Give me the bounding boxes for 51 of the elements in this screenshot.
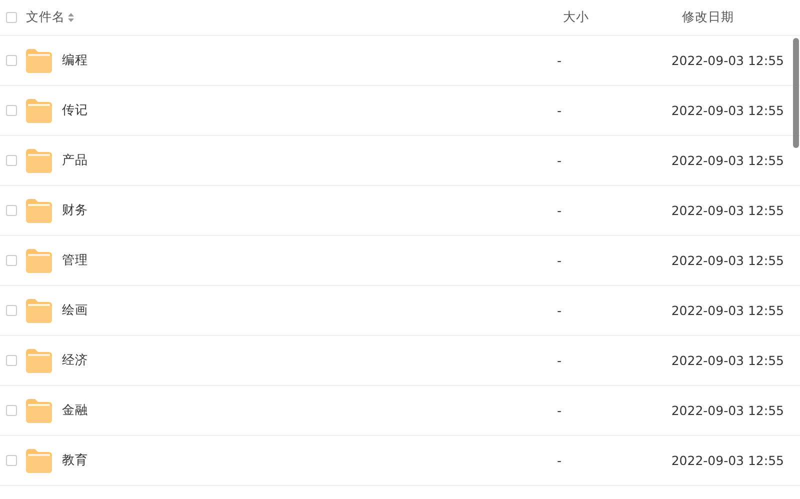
- folder-icon: [26, 448, 52, 472]
- checkbox[interactable]: [6, 55, 17, 66]
- folder-icon: [26, 348, 52, 372]
- folder-name[interactable]: 教育: [62, 452, 88, 469]
- size-cell: -: [557, 103, 562, 118]
- folder-name[interactable]: 管理: [62, 252, 88, 269]
- folder-icon: [26, 398, 52, 422]
- checkbox[interactable]: [6, 305, 17, 316]
- column-header[interactable]: 大小: [563, 9, 589, 24]
- size-cell: -: [557, 303, 562, 318]
- folder-name[interactable]: 绘画: [62, 302, 88, 319]
- date-cell: 2022-09-03 12:55: [671, 453, 784, 468]
- date-cell: 2022-09-03 12:55: [671, 53, 784, 68]
- folder-icon: [26, 148, 52, 172]
- folder-icon: [26, 98, 52, 122]
- size-cell: -: [557, 253, 562, 268]
- date-cell: 2022-09-03 12:55: [671, 353, 784, 368]
- checkbox[interactable]: [6, 455, 17, 466]
- size-cell: -: [557, 53, 562, 68]
- column-header[interactable]: 文件名: [26, 9, 74, 26]
- folder-icon: [26, 298, 52, 322]
- checkbox[interactable]: [6, 105, 17, 116]
- date-cell: 2022-09-03 12:55: [671, 303, 784, 318]
- folder-name[interactable]: 金融: [62, 402, 88, 419]
- size-cell: -: [557, 403, 562, 418]
- checkbox[interactable]: [6, 205, 17, 216]
- date-cell: 2022-09-03 12:55: [671, 153, 784, 168]
- folder-icon: [26, 48, 52, 72]
- date-cell: 2022-09-03 12:55: [671, 203, 784, 218]
- folder-name[interactable]: 产品: [62, 152, 88, 169]
- checkbox[interactable]: [6, 12, 17, 23]
- scrollbar[interactable]: [793, 38, 799, 148]
- sort-icon[interactable]: [68, 13, 74, 22]
- column-header[interactable]: 修改日期: [682, 9, 734, 24]
- folder-name[interactable]: 经济: [62, 352, 88, 369]
- size-cell: -: [557, 353, 562, 368]
- size-cell: -: [557, 203, 562, 218]
- date-cell: 2022-09-03 12:55: [671, 253, 784, 268]
- size-cell: -: [557, 453, 562, 468]
- checkbox[interactable]: [6, 255, 17, 266]
- folder-name[interactable]: 财务: [62, 202, 88, 219]
- folder-name[interactable]: 编程: [62, 52, 88, 69]
- checkbox[interactable]: [6, 355, 17, 366]
- date-cell: 2022-09-03 12:55: [671, 403, 784, 418]
- checkbox[interactable]: [6, 405, 17, 416]
- checkbox[interactable]: [6, 155, 17, 166]
- size-cell: -: [557, 153, 562, 168]
- date-cell: 2022-09-03 12:55: [671, 103, 784, 118]
- folder-name[interactable]: 传记: [62, 102, 88, 119]
- folder-icon: [26, 248, 52, 272]
- folder-icon: [26, 198, 52, 222]
